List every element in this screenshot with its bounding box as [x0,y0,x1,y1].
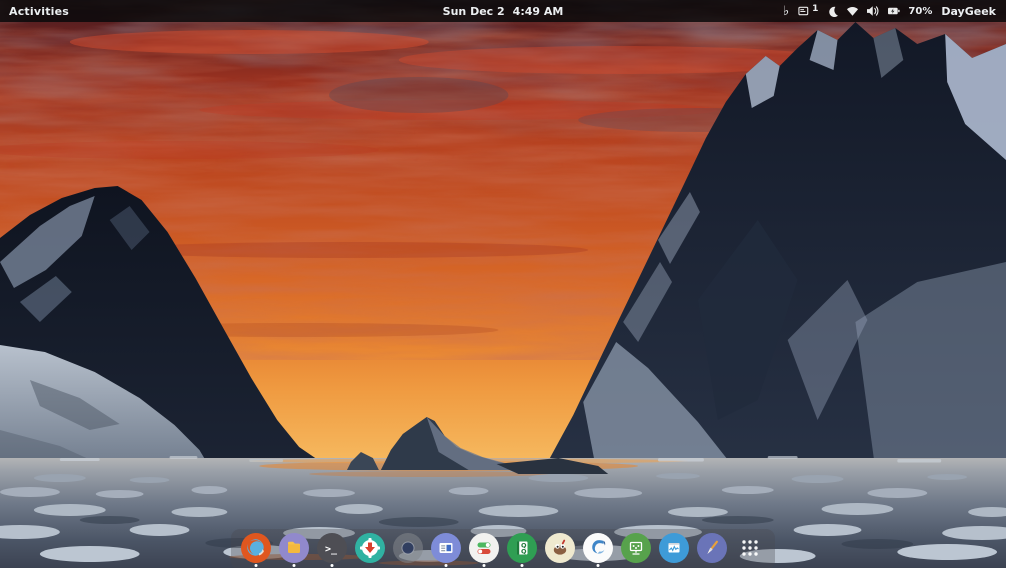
system-monitor-icon [659,533,689,563]
dock-item-software-center[interactable] [431,533,461,567]
software-center-icon [431,533,461,563]
terminal-icon: >_ [317,533,347,563]
running-indicator [255,564,258,567]
dock-item-terminal[interactable]: >_ [317,533,347,567]
volume-icon [866,5,880,17]
dock-item-system-monitor[interactable] [659,533,689,567]
user-menu[interactable]: DayGeek [941,5,996,18]
dock-item-files[interactable] [279,533,309,567]
window-icon [798,5,810,17]
night-light-moon-icon [827,5,839,18]
pending-app-icon [393,533,423,563]
dock-item-blue-swirl-app[interactable] [583,533,613,567]
window-notification-indicator[interactable]: 1 [798,5,818,17]
desktop[interactable]: Activities Sun Dec 2 4:49 AM ♭ 1 [0,0,1006,568]
running-indicator [597,564,600,567]
gimp-icon [545,533,575,563]
blue-swirl-icon [583,533,613,563]
dock-item-accounting-ledger[interactable]: Q Q [507,533,537,567]
app-grid-icon [735,533,765,563]
running-indicator [293,564,296,567]
running-indicator [483,564,486,567]
files-folder-icon [279,533,309,563]
input-method-indicator-icon[interactable]: ♭ [783,5,789,18]
tweaks-toggles-icon [469,533,499,563]
dock-item-tweaks[interactable] [469,533,499,567]
ledger-icon: Q Q [507,533,537,563]
wallpaper-antarctic-sunset [0,0,1006,568]
battery-percent: 70% [908,6,932,17]
screen: Activities Sun Dec 2 4:49 AM ♭ 1 [0,0,1009,573]
top-bar: Activities Sun Dec 2 4:49 AM ♭ 1 [0,0,1006,22]
clock-time: 4:49 AM [513,5,564,18]
notification-count: 1 [812,4,818,14]
wifi-icon [846,5,859,17]
activities-button[interactable]: Activities [9,5,69,18]
dock: >_ [231,529,775,568]
clock-button[interactable]: Sun Dec 2 4:49 AM [443,5,564,18]
paint-brush-icon [697,533,727,563]
dock-item-pending-app[interactable] [393,533,423,567]
running-indicator [331,564,334,567]
battery-charging-icon [887,5,901,17]
dock-item-software-updater[interactable] [355,533,385,567]
svg-text:Q: Q [521,547,527,555]
dock-item-show-applications[interactable] [735,533,765,567]
running-indicator [521,564,524,567]
dock-item-firefox[interactable] [241,533,271,567]
svg-text:>_: >_ [325,544,338,555]
dock-item-gimp[interactable] [545,533,575,567]
software-updater-icon [355,533,385,563]
system-status-area[interactable]: 70% [827,5,932,18]
network-display-icon [621,533,651,563]
dock-item-network-display[interactable] [621,533,651,567]
running-indicator [445,564,448,567]
clock-date: Sun Dec 2 [443,5,505,18]
dock-item-paint-app[interactable] [697,533,727,567]
firefox-icon [241,533,271,563]
